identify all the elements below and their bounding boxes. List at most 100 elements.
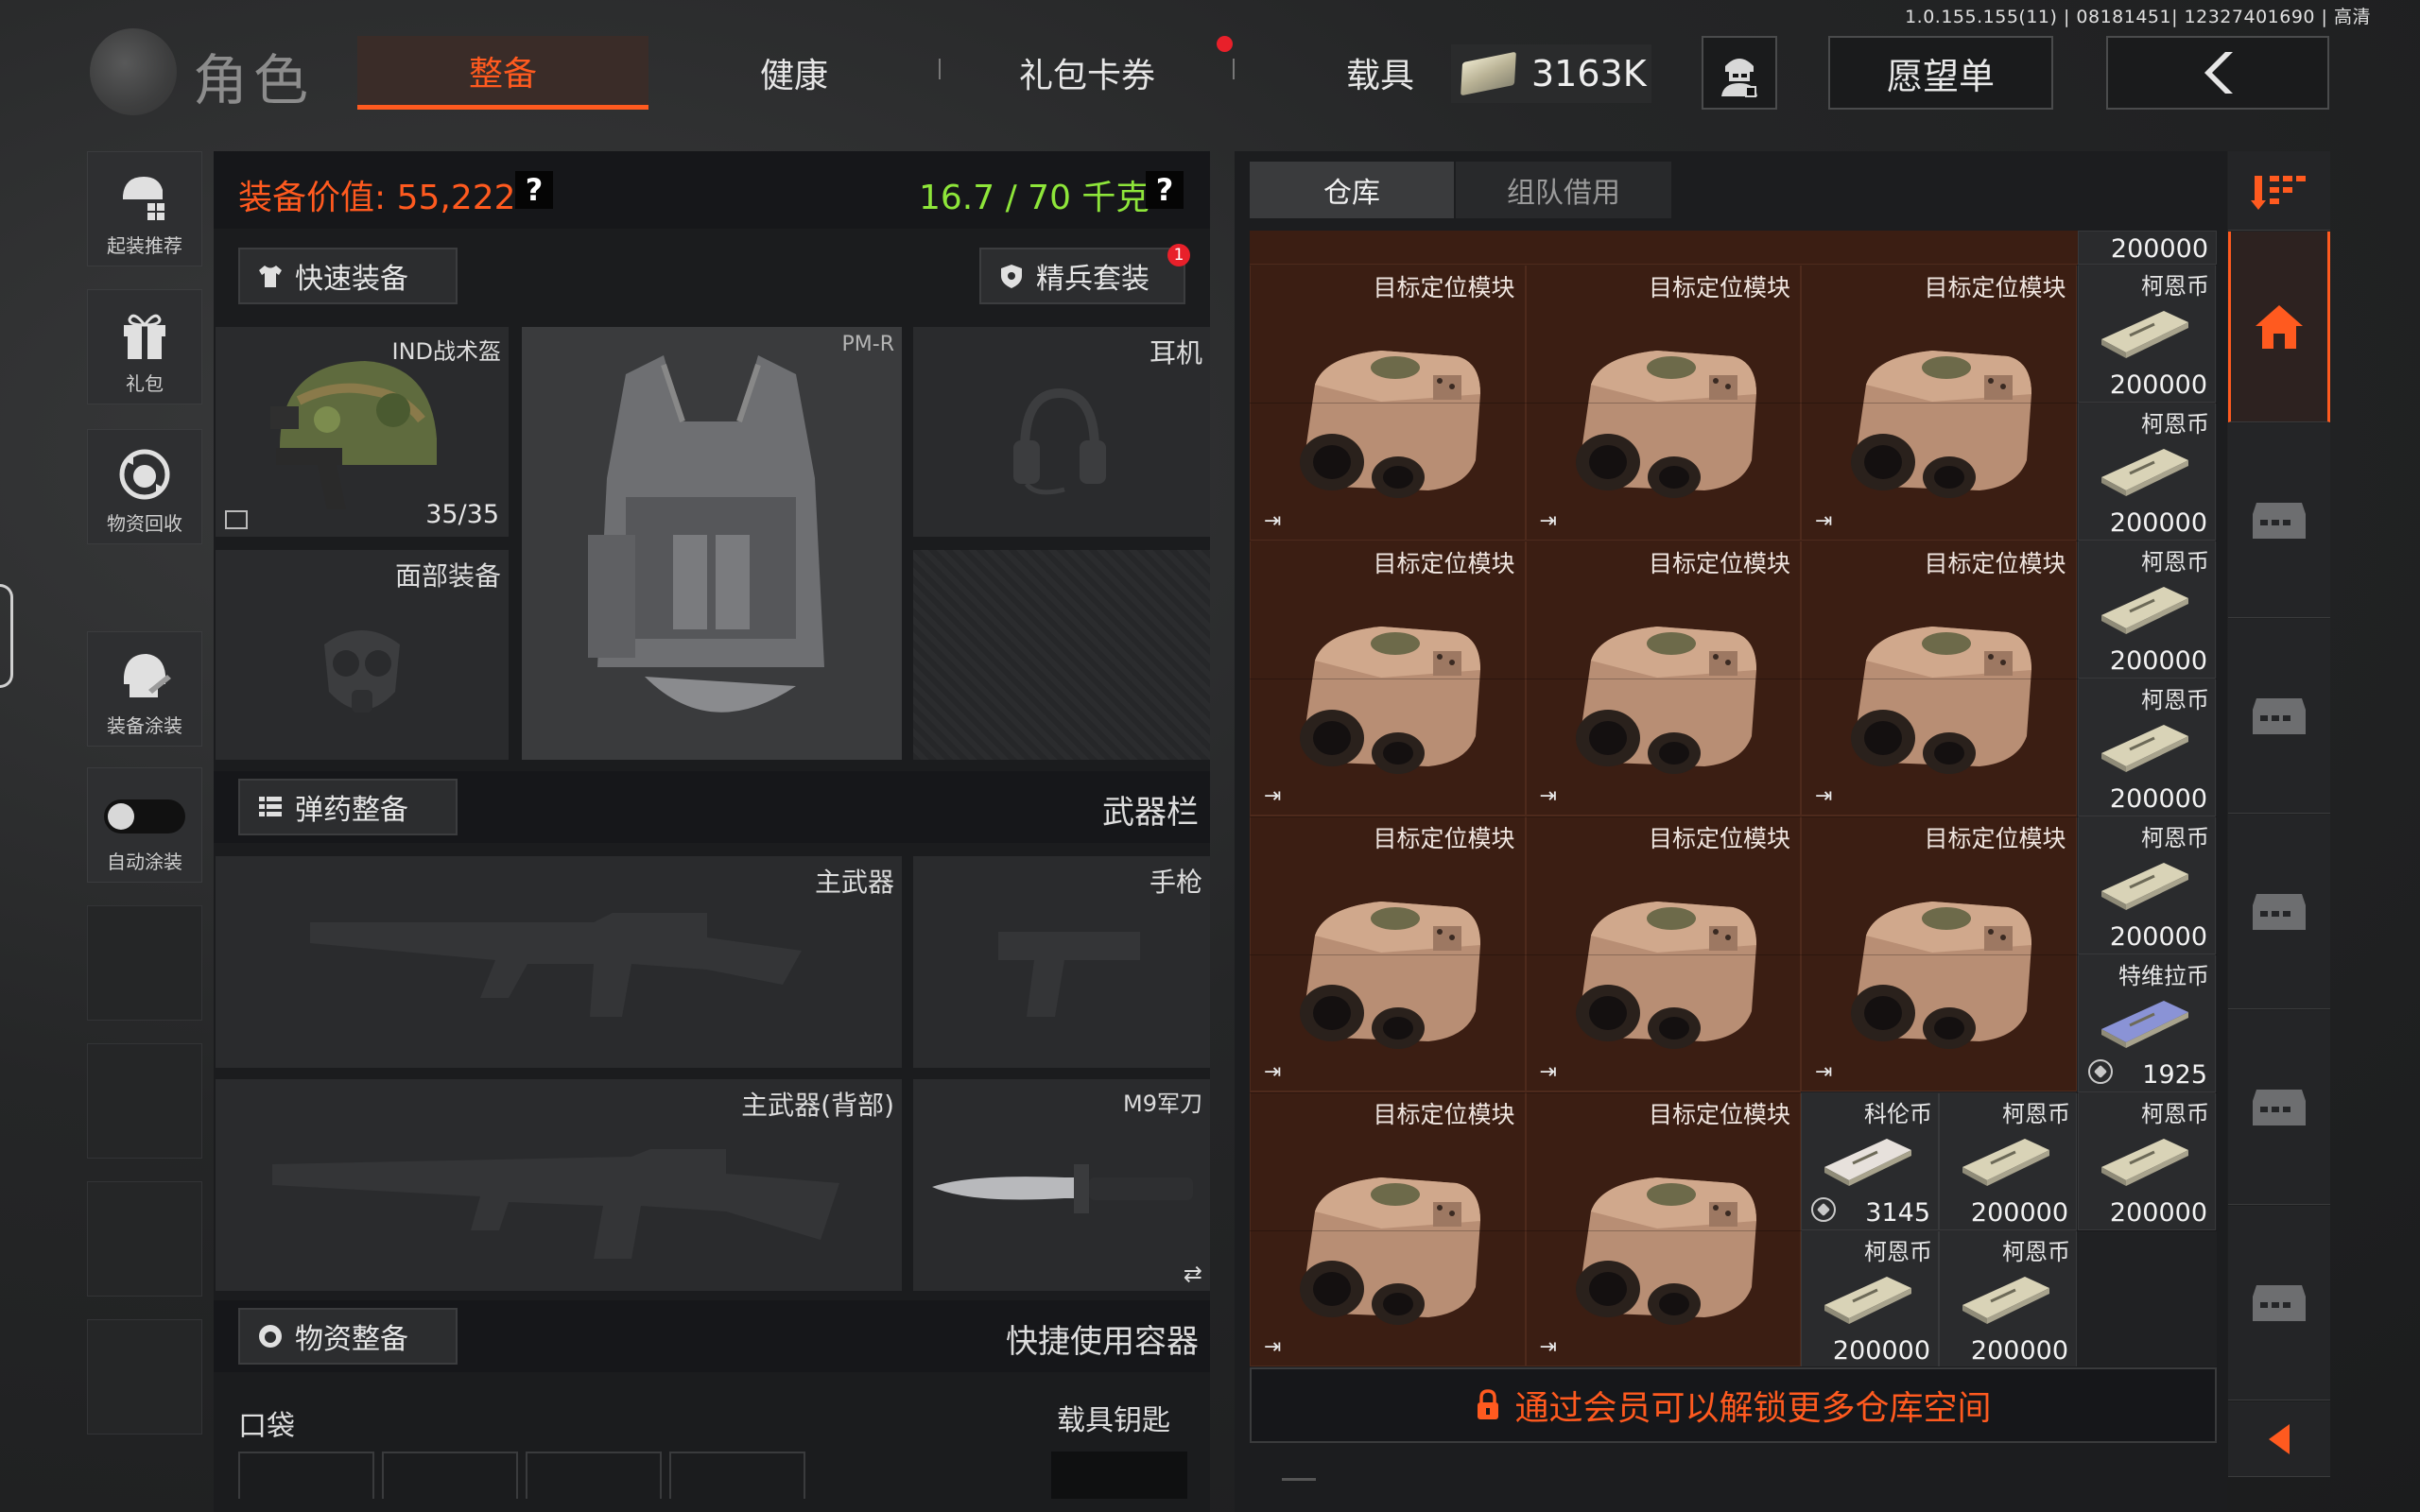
face-slot[interactable]: 面部装备 bbox=[216, 550, 509, 760]
warehouse-item-currency[interactable]: 柯恩币 200000 bbox=[1939, 1092, 2077, 1230]
pocket-label: 口袋 bbox=[238, 1410, 295, 1443]
item-name: 目标定位模块 bbox=[1648, 1100, 1790, 1128]
warehouse-item-currency[interactable]: 柯恩币 200000 bbox=[2078, 265, 2216, 403]
warehouse-item-target-module[interactable]: 目标定位模块 ⇥ bbox=[1525, 816, 1801, 1091]
knife-slot[interactable]: M9军刀 ⇄ bbox=[913, 1079, 1210, 1291]
vehicle-key-slot[interactable] bbox=[1051, 1452, 1187, 1499]
storage-tab-2[interactable] bbox=[2228, 619, 2330, 814]
swap-icon[interactable]: ⇄ bbox=[1184, 1261, 1202, 1287]
quick-equip-button[interactable]: 快速装备 bbox=[238, 248, 458, 304]
operator-button[interactable] bbox=[1702, 36, 1777, 110]
sidebar-item-label: 装备涂装 bbox=[107, 714, 182, 737]
warehouse-item-currency[interactable]: 柯恩币 200000 bbox=[1939, 1230, 2077, 1366]
expand-icon[interactable]: ⇥ bbox=[1264, 509, 1285, 533]
coin-icon bbox=[2088, 1059, 2113, 1084]
banknote-stack-icon bbox=[2101, 449, 2188, 496]
collapse-button[interactable] bbox=[2228, 1401, 2330, 1477]
target-module-icon bbox=[1300, 1177, 1480, 1325]
pocket-slot[interactable] bbox=[669, 1452, 805, 1499]
pocket-slot[interactable] bbox=[382, 1452, 518, 1499]
warehouse-item-target-module[interactable]: 目标定位模块 ⇥ bbox=[1801, 816, 2077, 1091]
expand-icon[interactable]: ⇥ bbox=[1815, 1060, 1836, 1084]
expand-icon[interactable]: ⇥ bbox=[1540, 509, 1561, 533]
storage-tab-5[interactable] bbox=[2228, 1206, 2330, 1400]
banknote-stack-icon bbox=[1962, 1277, 2049, 1324]
storage-tab-3[interactable] bbox=[2228, 815, 2330, 1009]
sort-button[interactable] bbox=[2228, 151, 2330, 231]
storage-tab-1[interactable] bbox=[2228, 423, 2330, 618]
pocket-slot[interactable] bbox=[238, 1452, 374, 1499]
warehouse-item-target-module[interactable]: 目标定位模块 ⇥ bbox=[1250, 1091, 1526, 1366]
headset-slot[interactable]: 耳机 bbox=[913, 327, 1210, 537]
sidebar-item-autopaint[interactable]: 自动涂装 bbox=[87, 767, 202, 883]
helmet-slot[interactable]: IND战术盔 35/35 bbox=[216, 327, 509, 537]
warehouse-item-currency[interactable]: 特维拉币 1925 bbox=[2078, 954, 2216, 1092]
currency-name: 柯恩币 bbox=[2141, 687, 2209, 713]
ammo-prepare-label: 弹药整备 bbox=[295, 794, 408, 827]
storage-tab-4[interactable] bbox=[2228, 1010, 2330, 1205]
storage-box-icon bbox=[2253, 1284, 2306, 1321]
currency-qty: 200000 bbox=[2109, 370, 2207, 400]
wishlist-button[interactable]: 愿望单 bbox=[1828, 36, 2053, 110]
currency-name: 柯恩币 bbox=[2141, 411, 2209, 438]
sidebar-item-recycle[interactable]: 物资回收 bbox=[87, 429, 202, 544]
expand-icon[interactable]: ⇥ bbox=[1815, 509, 1836, 533]
expand-icon[interactable]: ⇥ bbox=[1815, 784, 1836, 808]
tab-team-borrow[interactable]: 组队借用 bbox=[1456, 162, 1671, 218]
tab-giftpack[interactable]: 礼包卡券 bbox=[974, 36, 1201, 110]
tab-health[interactable]: 健康 bbox=[681, 36, 908, 110]
notification-dot bbox=[1217, 36, 1233, 52]
pocket-slot[interactable] bbox=[526, 1452, 662, 1499]
auto-paint-toggle[interactable] bbox=[104, 799, 185, 833]
ammo-prepare-button[interactable]: 弹药整备 bbox=[238, 779, 458, 835]
target-module-icon bbox=[1300, 626, 1480, 774]
warehouse-item-currency[interactable]: 柯恩币 200000 bbox=[2078, 816, 2216, 954]
warehouse-item-currency[interactable]: 柯恩币 200000 bbox=[2078, 403, 2216, 541]
lock-icon bbox=[1478, 1389, 1499, 1419]
expand-icon[interactable]: ⇥ bbox=[1264, 1335, 1285, 1359]
tab-prepare[interactable]: 整备 bbox=[357, 36, 648, 110]
warehouse-item-currency[interactable]: 柯恩币 200000 bbox=[2078, 679, 2216, 816]
home-icon bbox=[2256, 304, 2303, 349]
warehouse-item-currency[interactable]: 科伦币 3145 bbox=[1801, 1092, 1939, 1230]
expand-icon[interactable]: ⇥ bbox=[1540, 784, 1561, 808]
weight-help-button[interactable]: ? bbox=[1146, 171, 1184, 209]
sidebar-item-loadout[interactable]: 起装推荐 bbox=[87, 151, 202, 266]
value-help-button[interactable]: ? bbox=[515, 171, 553, 209]
target-module-icon bbox=[1300, 351, 1480, 498]
currency-name: 柯恩币 bbox=[2002, 1101, 2070, 1127]
expand-icon[interactable]: ⇥ bbox=[1540, 1060, 1561, 1084]
primary-weapon-slot[interactable]: 主武器 bbox=[216, 856, 902, 1068]
elite-set-button[interactable]: 精兵套装 bbox=[979, 248, 1185, 304]
cash-icon bbox=[1461, 51, 1516, 96]
currency-partial[interactable]: 200000 bbox=[2078, 231, 2217, 265]
back-button[interactable] bbox=[2106, 36, 2329, 110]
warehouse-item-currency[interactable]: 柯恩币 200000 bbox=[1801, 1230, 1939, 1366]
armor-vest-slot[interactable]: PM-R bbox=[522, 327, 902, 760]
tab-warehouse[interactable]: 仓库 bbox=[1250, 162, 1454, 218]
target-module-icon bbox=[1851, 902, 2031, 1049]
expand-icon[interactable]: ⇥ bbox=[1264, 784, 1285, 808]
supplies-prepare-button[interactable]: 物资整备 bbox=[238, 1308, 458, 1365]
weapons-title: 武器栏 bbox=[1102, 794, 1199, 832]
weight-text: 16.7 / 70 千克 bbox=[919, 179, 1150, 217]
currency-name: 柯恩币 bbox=[2141, 825, 2209, 851]
side-drawer-handle[interactable] bbox=[0, 584, 13, 688]
supplies-icon bbox=[259, 1325, 282, 1348]
item-partial-row bbox=[1250, 231, 2078, 265]
storage-tab-home[interactable] bbox=[2228, 232, 2330, 422]
sidebar-item-paint[interactable]: 装备涂装 bbox=[87, 631, 202, 747]
pistol-slot[interactable]: 手枪 bbox=[913, 856, 1210, 1068]
warehouse-item-target-module[interactable]: 目标定位模块 ⇥ bbox=[1525, 1091, 1801, 1366]
operator-icon bbox=[1721, 59, 1757, 97]
item-name: 目标定位模块 bbox=[1373, 825, 1515, 852]
sidebar-item-label: 自动涂装 bbox=[107, 850, 182, 873]
warehouse-item-target-module[interactable]: 目标定位模块 ⇥ bbox=[1250, 816, 1526, 1091]
primary-weapon-back-slot[interactable]: 主武器(背部) bbox=[216, 1079, 902, 1291]
sidebar-item-gift[interactable]: 礼包 bbox=[87, 289, 202, 404]
unlock-storage-banner[interactable]: 通过会员可以解锁更多仓库空间 bbox=[1250, 1367, 2217, 1443]
warehouse-item-currency[interactable]: 柯恩币 200000 bbox=[2078, 1092, 2216, 1230]
expand-icon[interactable]: ⇥ bbox=[1264, 1060, 1285, 1084]
expand-icon[interactable]: ⇥ bbox=[1540, 1335, 1561, 1359]
warehouse-item-currency[interactable]: 柯恩币 200000 bbox=[2078, 541, 2216, 679]
